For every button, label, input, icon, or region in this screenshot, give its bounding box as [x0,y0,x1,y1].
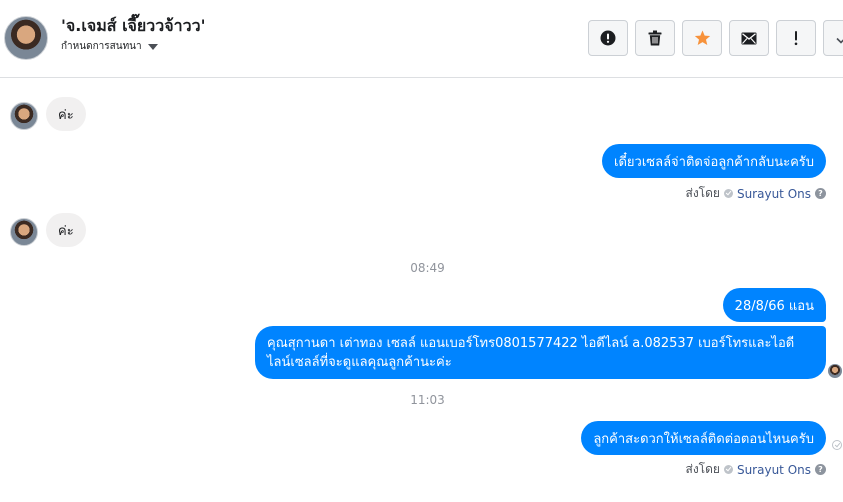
help-icon[interactable]: ? [815,188,826,199]
incoming-message[interactable]: ค่ะ [46,97,86,131]
outgoing-message[interactable]: คุณสุกานดา เต่าทอง เซลล์ แอนเบอร์โทร0801… [255,326,826,379]
contact-name[interactable]: 'จ.เจมส์ เจี๊ยววจ้าวว' [61,14,206,39]
mark-unread-button[interactable] [729,20,769,56]
exclamation-circle-icon [600,30,616,46]
contact-avatar[interactable] [4,16,48,60]
outgoing-message[interactable]: ลูกค้าสะดวกให้เซลล์ติดต่อตอนไหนครับ [581,421,826,455]
follow-up-button[interactable] [776,20,816,56]
conversation-toolbar [588,20,843,56]
outgoing-message[interactable]: 28/8/66 แอน [722,288,826,322]
verified-check-icon [723,189,733,198]
caret-down-icon [147,43,158,50]
star-button[interactable] [682,20,722,56]
incoming-message[interactable]: ค่ะ [46,213,86,247]
manage-conversation-label: กำหนดการสนทนา [61,41,142,52]
exclamation-icon [794,31,798,46]
conversation-header: 'จ.เจมส์ เจี๊ยววจ้าวว' กำหนดการสนทนา [0,0,843,78]
outgoing-message[interactable]: เดี๋ยวเซลล์จ่าติดจ่อลูกค้ากลับนะครับ [602,144,826,178]
verified-check-icon [723,465,733,474]
sent-by-info: ส่งโดย Surayut Ons ? [686,184,826,203]
trash-icon [648,30,662,46]
sender-name[interactable]: Surayut Ons [737,187,811,201]
message-timestamp: 08:49 [410,261,445,275]
message-timestamp: 11:03 [410,393,445,407]
envelope-icon [741,32,757,44]
contact-avatar-small[interactable] [10,218,38,246]
contact-avatar-small[interactable] [10,102,38,130]
mark-spam-button[interactable] [588,20,628,56]
sender-name[interactable]: Surayut Ons [737,463,811,477]
sent-status-icon [832,440,842,450]
sent-by-info: ส่งโดย Surayut Ons ? [686,460,826,479]
manage-conversation-dropdown[interactable]: กำหนดการสนทนา [61,39,158,54]
delete-button[interactable] [635,20,675,56]
seen-avatar [828,364,842,378]
help-icon[interactable]: ? [815,464,826,475]
star-icon [694,30,710,45]
mark-done-button[interactable] [823,20,843,56]
check-icon [836,37,843,44]
